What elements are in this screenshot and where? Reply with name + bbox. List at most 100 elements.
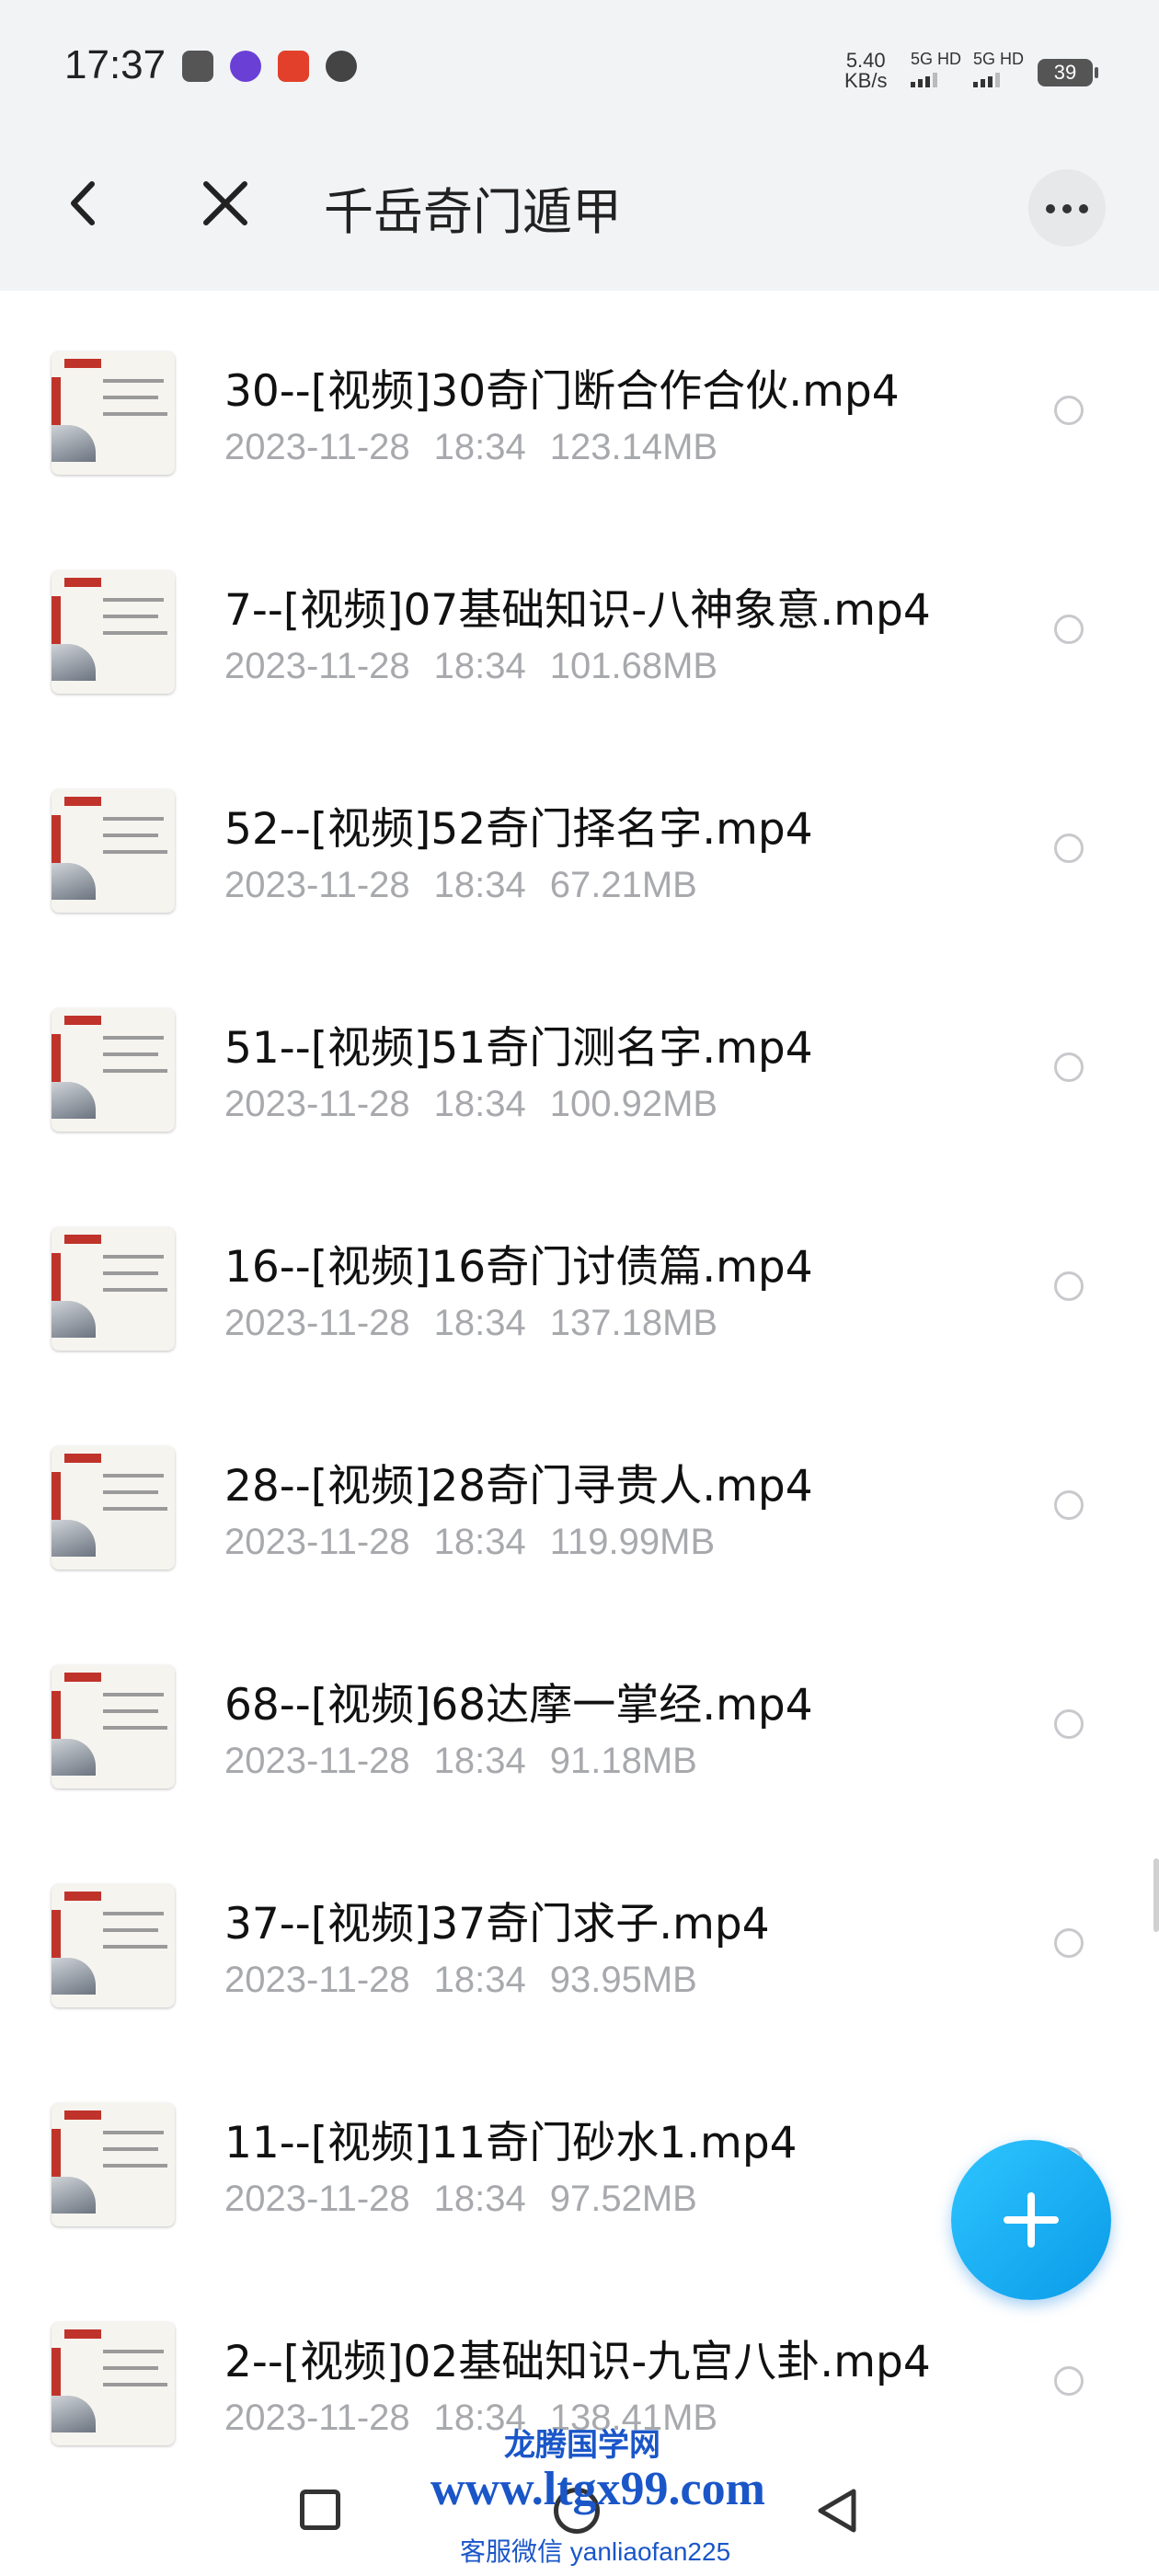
file-date: 2023-11-28: [224, 1303, 410, 1343]
file-time: 18:34: [433, 427, 526, 467]
video-thumbnail: [52, 570, 175, 694]
app-notification-icon: [326, 51, 357, 82]
status-bar: 17:37 5.40 KB/s 5G HD 5G HD 39: [0, 0, 1159, 116]
select-radio[interactable]: [1054, 396, 1084, 425]
watermark-contact: 客服微信 yanliaofan225: [460, 2537, 731, 2566]
video-thumbnail: [52, 1227, 175, 1351]
file-time: 18:34: [433, 2179, 526, 2219]
triangle-back-icon: [818, 2489, 856, 2533]
file-name: 16--[视频]16奇门讨债篇.mp4: [224, 1242, 813, 1293]
page-title: 千岳奇门遁甲: [324, 183, 622, 241]
file-size: 91.18MB: [549, 1741, 697, 1781]
file-row[interactable]: 16--[视频]16奇门讨债篇.mp4 2023-11-28 18:34 137.1…: [0, 1167, 1159, 1386]
file-time: 18:34: [433, 1303, 526, 1343]
file-size: 123.14MB: [549, 427, 718, 467]
video-thumbnail: [52, 1446, 175, 1570]
app-notification-icon: [182, 51, 213, 82]
signal-bars-icon: [911, 73, 961, 87]
file-size: 93.95MB: [549, 1960, 697, 2000]
watermark-url: www.ltgx99.com: [430, 2463, 765, 2515]
file-time: 18:34: [433, 1084, 526, 1124]
file-meta: 2023-11-28 18:34 67.21MB: [224, 865, 721, 906]
file-name: 51--[视频]51奇门测名字.mp4: [224, 1023, 813, 1074]
file-meta: 2023-11-28 18:34 91.18MB: [224, 1741, 721, 1782]
file-meta: 2023-11-28 18:34 123.14MB: [224, 427, 741, 468]
file-name: 28--[视频]28奇门寻贵人.mp4: [224, 1461, 813, 1512]
file-time: 18:34: [433, 1960, 526, 2000]
file-meta: 2023-11-28 18:34 100.92MB: [224, 1084, 741, 1125]
select-radio[interactable]: [1054, 615, 1084, 644]
file-name: 37--[视频]37奇门求子.mp4: [224, 1899, 770, 1949]
file-name: 30--[视频]30奇门断合作合伙.mp4: [224, 366, 900, 417]
file-name: 68--[视频]68达摩一掌经.mp4: [224, 1680, 813, 1731]
select-radio[interactable]: [1054, 1490, 1084, 1520]
file-row[interactable]: 51--[视频]51奇门测名字.mp4 2023-11-28 18:34 100.9…: [0, 948, 1159, 1167]
file-date: 2023-11-28: [224, 2398, 410, 2438]
file-meta: 2023-11-28 18:34 93.95MB: [224, 1960, 721, 2001]
select-radio[interactable]: [1054, 1709, 1084, 1739]
video-thumbnail: [52, 1884, 175, 2007]
signal-sim2-label: 5G HD: [973, 50, 1025, 68]
file-time: 18:34: [433, 865, 526, 905]
video-thumbnail: [52, 2322, 175, 2445]
signal-sim2: 5G HD: [973, 50, 1024, 87]
file-size: 67.21MB: [549, 865, 697, 905]
file-row[interactable]: 28--[视频]28奇门寻贵人.mp4 2023-11-28 18:34 119.9…: [0, 1386, 1159, 1604]
file-size: 101.68MB: [549, 646, 718, 686]
add-button[interactable]: [951, 2140, 1111, 2300]
select-radio[interactable]: [1054, 1928, 1084, 1958]
network-speed-unit: KB/s: [844, 69, 888, 92]
video-thumbnail: [52, 1665, 175, 1788]
select-radio[interactable]: [1054, 834, 1084, 863]
network-speed-value: 5.40: [845, 49, 886, 72]
file-row[interactable]: 68--[视频]68达摩一掌经.mp4 2023-11-28 18:34 91.18…: [0, 1604, 1159, 1823]
system-back-button[interactable]: [813, 2486, 863, 2536]
clock: 17:37: [64, 42, 166, 87]
video-thumbnail: [52, 351, 175, 475]
file-meta: 2023-11-28 18:34 137.18MB: [224, 1303, 741, 1344]
file-meta: 2023-11-28 18:34 119.99MB: [224, 1522, 739, 1563]
app-notification-icon: [230, 51, 261, 82]
signal-bars-icon: [973, 73, 1024, 87]
more-options-button[interactable]: [1028, 169, 1106, 247]
select-radio[interactable]: [1054, 1052, 1084, 1082]
file-row[interactable]: 52--[视频]52奇门择名字.mp4 2023-11-28 18:34 67.21…: [0, 729, 1159, 948]
select-radio[interactable]: [1054, 1271, 1084, 1301]
file-size: 119.99MB: [549, 1522, 716, 1562]
file-row[interactable]: 30--[视频]30奇门断合作合伙.mp4 2023-11-28 18:34 123…: [0, 291, 1159, 510]
video-thumbnail: [52, 1008, 175, 1132]
signal-sim1: 5G HD: [911, 50, 961, 87]
file-name: 7--[视频]07基础知识-八神象意.mp4: [224, 585, 931, 636]
file-date: 2023-11-28: [224, 865, 410, 905]
file-time: 18:34: [433, 1522, 526, 1562]
file-list: 30--[视频]30奇门断合作合伙.mp4 2023-11-28 18:34 123…: [0, 291, 1159, 2480]
file-size: 137.18MB: [549, 1303, 718, 1343]
app-header: 千岳奇门遁甲: [0, 116, 1159, 291]
file-row[interactable]: 37--[视频]37奇门求子.mp4 2023-11-28 18:34 93.95M…: [0, 1823, 1159, 2042]
signal-sim1-label: 5G HD: [911, 50, 962, 68]
file-name: 2--[视频]02基础知识-九宫八卦.mp4: [224, 2337, 931, 2387]
file-name: 52--[视频]52奇门择名字.mp4: [224, 804, 813, 855]
file-row[interactable]: 7--[视频]07基础知识-八神象意.mp4 2023-11-28 18:34 10…: [0, 510, 1159, 729]
file-name: 11--[视频]11奇门砂水1.mp4: [224, 2118, 798, 2168]
file-meta: 2023-11-28 18:34 97.52MB: [224, 2179, 721, 2220]
file-time: 18:34: [433, 1741, 526, 1781]
back-button[interactable]: [53, 171, 118, 236]
file-size: 100.92MB: [549, 1084, 718, 1124]
file-date: 2023-11-28: [224, 2179, 410, 2219]
file-date: 2023-11-28: [224, 1741, 410, 1781]
app-notification-icon: [278, 51, 309, 82]
recents-button[interactable]: [300, 2490, 340, 2530]
chevron-left-icon: [71, 181, 95, 225]
video-thumbnail: [52, 2103, 175, 2226]
scroll-edge-handle[interactable]: [1153, 1858, 1159, 1932]
watermark-title: 龙腾国学网: [504, 2428, 660, 2463]
close-button[interactable]: [191, 169, 259, 237]
battery-icon: 39: [1038, 59, 1098, 86]
select-radio[interactable]: [1054, 2366, 1084, 2396]
file-date: 2023-11-28: [224, 1960, 410, 2000]
file-date: 2023-11-28: [224, 1522, 410, 1562]
file-size: 97.52MB: [549, 2179, 697, 2219]
video-thumbnail: [52, 789, 175, 913]
file-meta: 2023-11-28 18:34 138.41MB: [224, 2398, 741, 2439]
